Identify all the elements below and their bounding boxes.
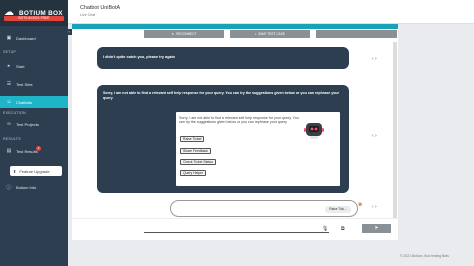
chatbot-icon: ☺ (6, 99, 12, 105)
sidebar-item-test-results[interactable]: ▤ Test Results (0, 145, 68, 157)
dashboard-icon: ▣ (6, 35, 12, 41)
sidebar-item-dashboard[interactable]: ▣ Dashboard (0, 32, 68, 44)
card-text: Sorry, I am not able to find a relevant … (179, 116, 299, 125)
list-icon: ☰ (6, 81, 12, 87)
user-avatar-icon: ☻ (357, 202, 364, 208)
user-message-text: Raise Tick... (325, 206, 351, 213)
send-icon: ➤ (374, 225, 379, 231)
notification-badge: 2 (36, 146, 41, 151)
sidebar-item-label: Chatbots (16, 99, 33, 105)
plan-badge: BOTIUM BOX FREE (4, 16, 64, 21)
message-input[interactable] (144, 223, 329, 232)
query-helper-button[interactable]: Query Helper (180, 170, 207, 176)
section-results: RESULTS (3, 137, 21, 141)
carousel-arrows-icon[interactable]: ‹ › (372, 56, 377, 62)
carousel-arrows-icon[interactable]: ‹ › (372, 204, 377, 210)
chat-scrollbar[interactable] (393, 42, 397, 222)
results-icon: ▤ (6, 148, 12, 154)
upgrade-icon: ⬆ (13, 168, 17, 174)
infinity-icon: ∞ (7, 121, 11, 127)
input-underline (144, 232, 329, 233)
refresh-icon: ↻ (171, 32, 175, 36)
save-icon: ▪ (255, 32, 257, 36)
bot-message: Sorry, I am not able to find a relevant … (97, 85, 349, 193)
microphone-icon[interactable]: 🎙 (322, 226, 328, 232)
check-ticket-status-button[interactable]: Check Ticket Status (180, 159, 216, 165)
composer: 🎙 ⧉ ➤ (72, 218, 398, 240)
carousel-arrows-icon[interactable]: ‹ › (372, 133, 377, 139)
page-subtitle: Live Chat (80, 13, 96, 17)
info-icon: ⓘ (6, 184, 12, 191)
section-setup: SETUP (3, 50, 16, 54)
header: Chatbot UniBotA Live Chat (68, 0, 474, 24)
page-title: Chatbot UniBotA (80, 5, 121, 11)
sidebar-item-test-projects[interactable]: ∞ Test Projects (0, 118, 68, 130)
feature-upgrade-label: Feature Upgrade (19, 168, 50, 174)
sidebar-item-botium-info[interactable]: ⓘ Botium Info (0, 181, 68, 193)
sidebar: ☁ BOTIUM BOX BOTIUM BOX FREE ▣ Dashboard… (0, 0, 68, 266)
user-message: Raise Tick... (170, 200, 358, 217)
toolbar-extra-button[interactable] (316, 30, 397, 38)
footer-copyright: © 2021 Botium, Box testing Bots (400, 254, 449, 258)
sidebar-item-label: Test Results (16, 148, 38, 154)
send-button[interactable]: ➤ (362, 224, 391, 233)
sidebar-item-start[interactable]: ▸ Start (0, 60, 68, 72)
sidebar-item-test-sets[interactable]: ☰ Test Sets (0, 78, 68, 90)
suggestion-card: Sorry, I am not able to find a relevant … (176, 112, 340, 186)
section-execution: EXECUTION (3, 111, 26, 115)
bot-message: I didn't quite catch you, please try aga… (97, 47, 349, 69)
sidebar-item-label: Start (16, 63, 25, 69)
sidebar-item-label: Test Projects (16, 121, 39, 127)
feature-upgrade-button[interactable]: ⬆ Feature Upgrade (10, 166, 62, 176)
sidebar-item-chatbots[interactable]: ☺ Chatbots (0, 96, 68, 108)
share-feedback-button[interactable]: Share Feedback (180, 148, 211, 154)
play-icon: ▸ (7, 63, 11, 69)
reconnect-button[interactable]: ↻ RECONNECT (144, 30, 224, 38)
save-test-case-button[interactable]: ▪ SAVE TEST CASE (230, 30, 310, 38)
raise-ticket-button[interactable]: Raise Ticket (180, 136, 205, 142)
robot-icon (304, 123, 324, 139)
attachment-icon[interactable]: ⧉ (341, 226, 345, 232)
sidebar-item-label: Botium Info (16, 184, 37, 190)
brand[interactable]: ☁ BOTIUM BOX (0, 0, 68, 26)
sidebar-item-label: Test Sets (16, 81, 33, 87)
sidebar-item-label: Dashboard (16, 35, 36, 41)
